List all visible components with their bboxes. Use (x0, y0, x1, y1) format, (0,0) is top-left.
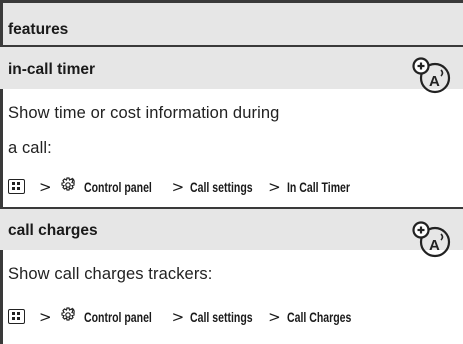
feature-title-call-charges: call charges (8, 222, 98, 239)
feature-title-in-call-timer: in-call timer (8, 61, 95, 78)
menu-key-icon (8, 309, 25, 324)
table-header: features (8, 21, 69, 38)
menu-path: > Control panel > Call settings > Call C… (8, 306, 365, 327)
feature-description: Show time or cost information during (8, 104, 280, 122)
settings-icon (58, 306, 78, 327)
menu-path: > Control panel > Call settings > In Cal… (8, 176, 365, 197)
menu-item-call-settings: Call settings (190, 179, 253, 195)
menu-key-icon (8, 179, 25, 194)
feature-description: Show call charges trackers: (8, 265, 213, 283)
path-separator: > (171, 307, 185, 326)
menu-item-in-call-timer: In Call Timer (286, 179, 350, 195)
settings-icon (58, 176, 78, 197)
feature-description-cont: a call: (8, 139, 52, 157)
path-separator: > (171, 177, 185, 196)
feature-table: features in-call timer A Show time or co… (0, 0, 463, 344)
path-separator: > (39, 307, 52, 326)
menu-item-control-panel: Control panel (83, 179, 152, 195)
network-feature-icon: A (411, 220, 451, 265)
menu-item-call-charges: Call Charges (286, 309, 352, 325)
menu-item-control-panel: Control panel (83, 309, 152, 325)
network-feature-icon: A (411, 56, 451, 101)
path-separator: > (268, 177, 281, 196)
table-header-band (0, 3, 463, 45)
path-separator: > (39, 177, 52, 196)
svg-text:A: A (429, 237, 440, 254)
menu-item-call-settings: Call settings (190, 309, 253, 325)
path-separator: > (268, 307, 281, 326)
svg-text:A: A (429, 73, 440, 90)
